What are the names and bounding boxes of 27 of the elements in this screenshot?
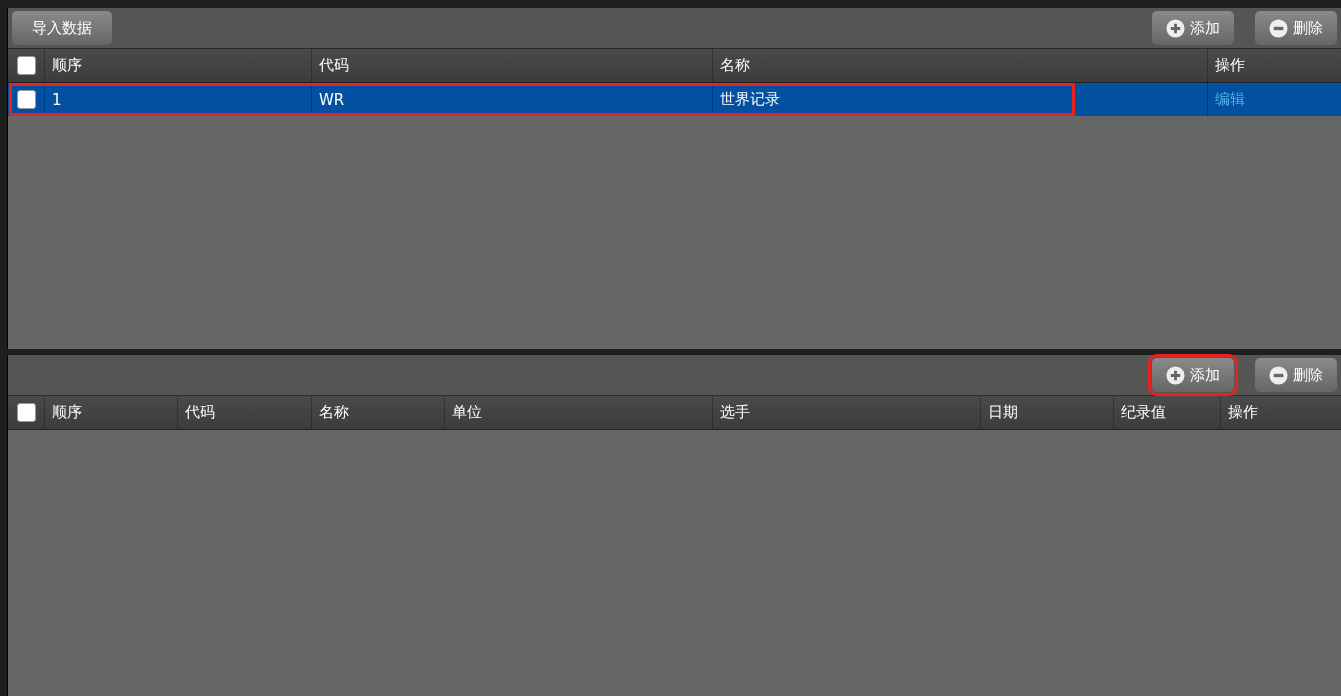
- column-header[interactable]: 顺序: [52, 56, 82, 75]
- column-header[interactable]: 代码: [185, 403, 215, 422]
- minus-icon: [1269, 365, 1288, 385]
- column-header[interactable]: 代码: [319, 56, 349, 75]
- import-button[interactable]: 导入数据: [12, 11, 112, 45]
- column-header[interactable]: 选手: [720, 403, 750, 422]
- table-cell: 1: [52, 90, 62, 109]
- column-header[interactable]: 名称: [319, 403, 349, 422]
- column-header[interactable]: 单位: [452, 403, 482, 422]
- column-header[interactable]: 纪录值: [1121, 403, 1166, 422]
- table-cell: 世界记录: [720, 90, 780, 109]
- plus-icon: [1166, 18, 1185, 38]
- column-header[interactable]: 操作: [1215, 56, 1245, 75]
- delete-button[interactable]: 删除: [1255, 11, 1337, 45]
- checkbox[interactable]: [17, 403, 36, 422]
- column-header[interactable]: 顺序: [52, 403, 82, 422]
- column-header[interactable]: 操作: [1228, 403, 1258, 422]
- add-button[interactable]: 添加: [1152, 11, 1234, 45]
- column-header[interactable]: 日期: [988, 403, 1018, 422]
- minus-icon: [1269, 18, 1288, 38]
- plus-icon: [1166, 365, 1185, 385]
- table-row[interactable]: 1 WR 世界记录 编辑: [8, 83, 1341, 116]
- column-header[interactable]: 名称: [720, 56, 750, 75]
- delete-button[interactable]: 删除: [1255, 358, 1337, 392]
- checkbox[interactable]: [17, 56, 36, 75]
- table-cell: WR: [319, 90, 345, 109]
- checkbox[interactable]: [17, 90, 36, 109]
